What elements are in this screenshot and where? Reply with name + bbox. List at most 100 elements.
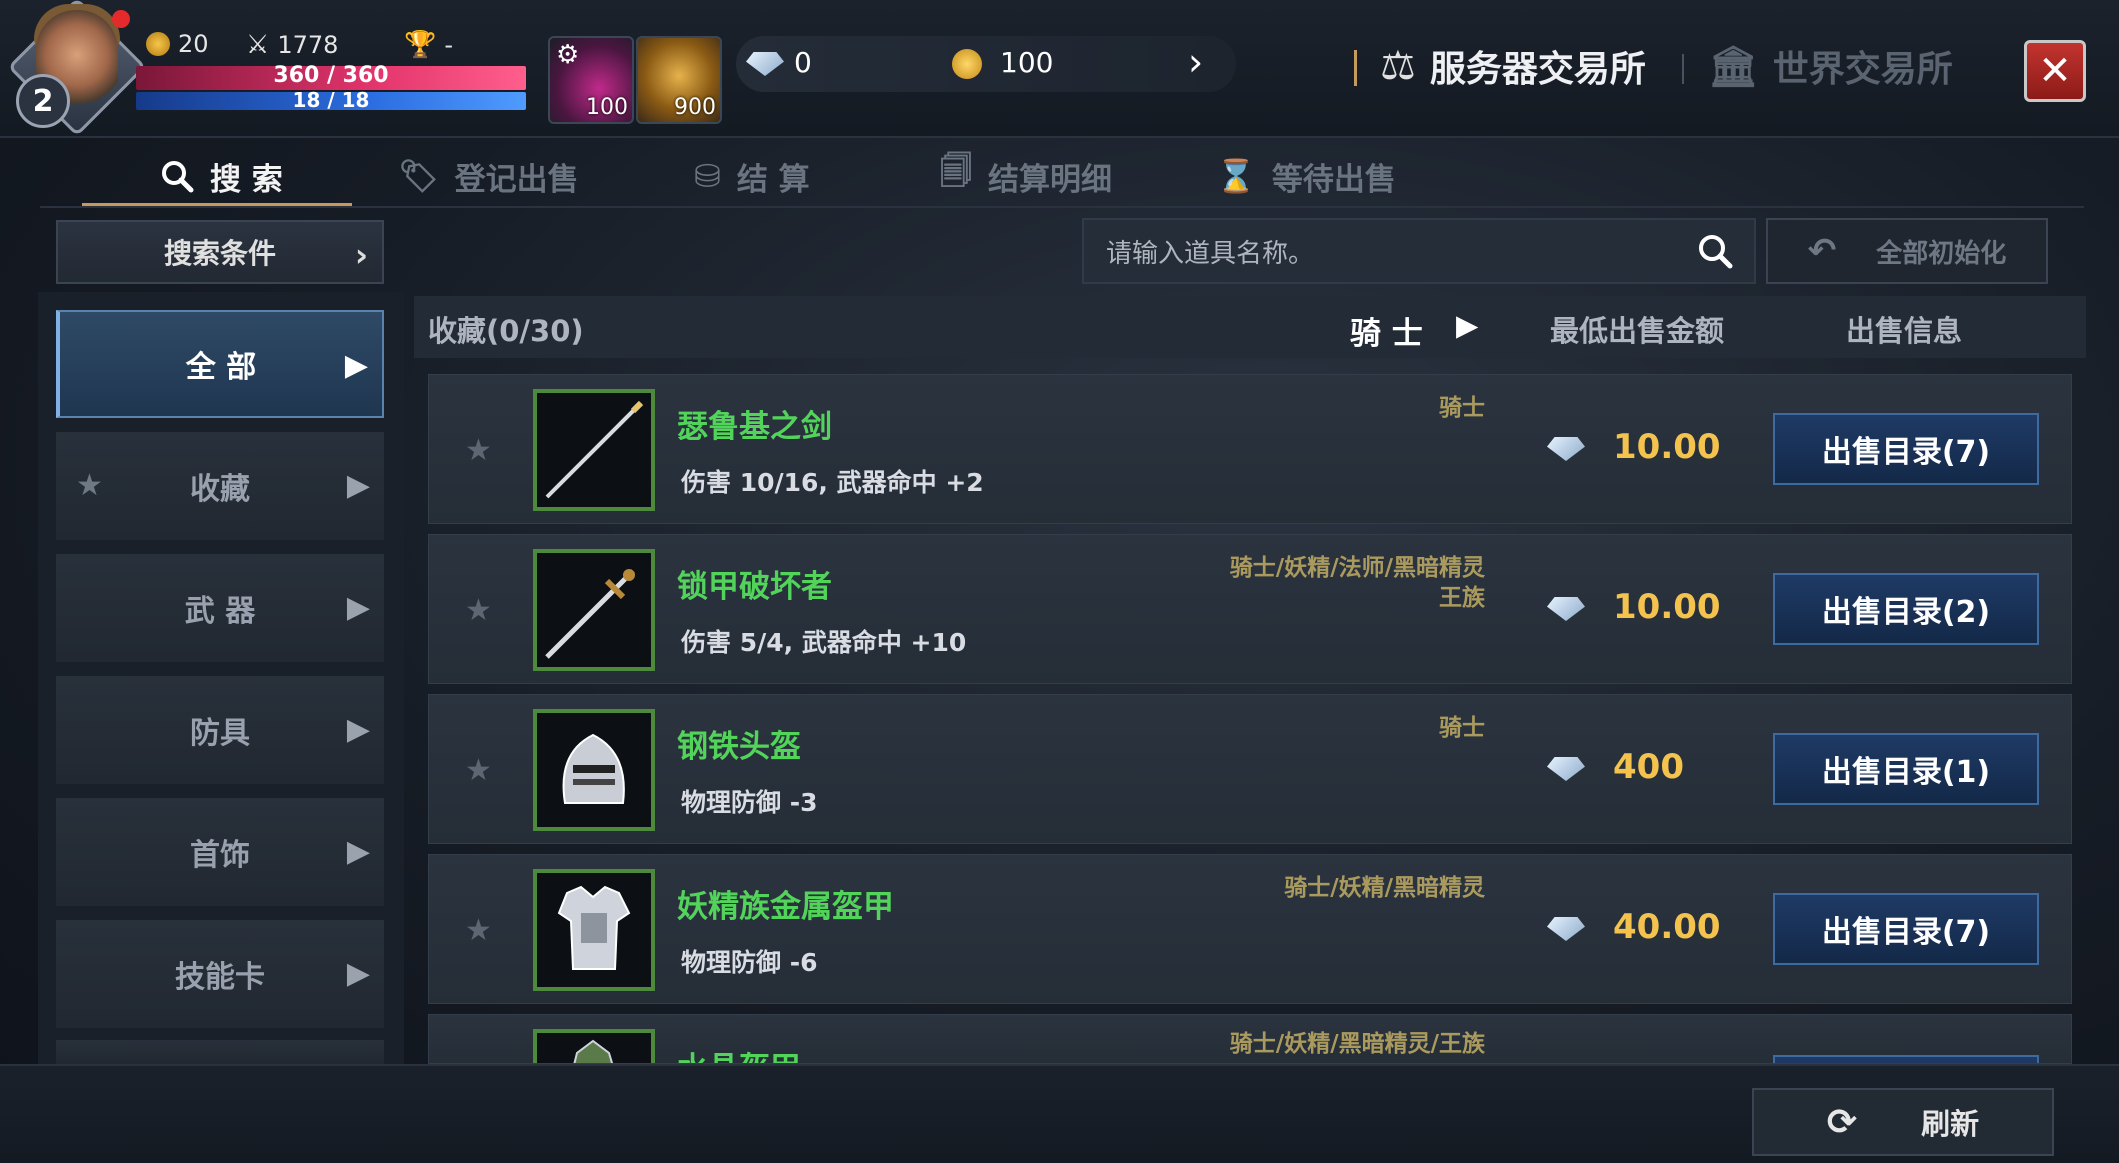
quick-slot-potion[interactable]: ⚙ 100	[548, 36, 634, 124]
search-conditions-button[interactable]: 搜索条件 ›	[56, 220, 384, 284]
item-classes: 骑士/妖精/黑暗精灵/王族	[1230, 1029, 1485, 1059]
notification-dot	[112, 10, 130, 28]
column-sale-info: 出售信息	[1846, 314, 1963, 348]
tab-server-exchange[interactable]: ⚖ 服务器交易所	[1380, 40, 1646, 92]
tab-search-label: 搜 索	[210, 161, 283, 198]
sidebar-item-label: 全 部	[185, 350, 257, 385]
undo-icon: ↶	[1807, 231, 1837, 271]
item-class-line: 王族	[1439, 585, 1485, 611]
rank-value: -	[444, 31, 454, 59]
active-tab-indicator	[82, 203, 352, 206]
reset-all-button[interactable]: ↶ 全部初始化	[1766, 218, 2048, 284]
star-icon[interactable]: ★	[465, 753, 492, 788]
list-header: 收藏(0/30) 骑 士 ▶ 最低出售金额 出售信息	[414, 296, 2086, 358]
receipt-icon: 🗐	[940, 152, 972, 190]
item-price: 400	[1613, 747, 1684, 787]
sidebar-item-favorites[interactable]: ★ 收藏 ▶	[56, 432, 384, 540]
sale-list-button[interactable]: 出售目录(2)	[1773, 573, 2039, 645]
item-icon-frame	[533, 1029, 655, 1063]
item-class-line: 骑士	[1439, 395, 1485, 421]
play-arrow-icon: ▶	[346, 468, 370, 503]
search-placeholder: 请输入道具名称。	[1106, 238, 1315, 269]
chevron-right-icon[interactable]: ›	[1188, 40, 1203, 84]
item-description: 伤害 10/16, 武器命中 +2	[681, 468, 984, 497]
item-class-line: 骑士	[1439, 715, 1485, 741]
play-arrow-icon: ▶	[346, 956, 370, 991]
search-icon[interactable]	[1696, 232, 1734, 270]
item-icon-frame	[533, 389, 655, 511]
star-icon: ★	[76, 468, 103, 503]
play-arrow-icon: ▶	[344, 348, 368, 383]
mp-text: 18 / 18	[292, 88, 370, 112]
sidebar-item-skill-cards[interactable]: 技能卡 ▶	[56, 920, 384, 1028]
play-arrow-icon: ▶	[346, 590, 370, 625]
diamond-icon	[1547, 917, 1585, 941]
list-item[interactable]: ★ 瑟鲁基之剑 伤害 10/16, 武器命中 +2 骑士 10.00 出售目录(…	[428, 374, 2072, 524]
rapier-icon	[545, 569, 635, 659]
sale-list-button[interactable]: 出售目录(7)	[1773, 893, 2039, 965]
star-icon[interactable]: ★	[465, 593, 492, 628]
item-classes: 骑士	[1439, 713, 1485, 743]
sale-list-button[interactable]: 出售目录(1)	[1773, 733, 2039, 805]
favorites-count: 收藏(0/30)	[428, 314, 584, 348]
list-item[interactable]: ★ 锁甲破坏者 伤害 5/4, 武器命中 +10 骑士/妖精/法师/黑暗精灵 王…	[428, 534, 2072, 684]
item-name: 钢铁头盔	[677, 729, 801, 765]
item-description: 物理防御 -3	[681, 788, 818, 817]
search-conditions-label: 搜索条件	[163, 237, 276, 270]
tab-separator	[40, 206, 2084, 208]
item-class-line: 骑士/妖精/黑暗精灵/王族	[1229, 1031, 1485, 1057]
bank-icon: 🏛	[1708, 43, 1759, 90]
crossed-swords-icon: ⚔	[246, 30, 270, 60]
close-button[interactable]: ✕	[2024, 40, 2086, 102]
list-item[interactable]: ★ 妖精族金属盔甲 物理防御 -6 骑士/妖精/黑暗精灵 40.00 出售目录(…	[428, 854, 2072, 1004]
item-description: 物理防御 -6	[681, 948, 818, 977]
item-classes: 骑士/妖精/法师/黑暗精灵 王族	[1230, 553, 1485, 613]
tab-register-sale[interactable]: 🏷 登记出售	[398, 146, 579, 206]
list-item[interactable]: ★ 钢铁头盔 物理防御 -3 骑士 400 出售目录(1)	[428, 694, 2072, 844]
play-arrow-icon: ▶	[346, 834, 370, 869]
diamond-icon	[1547, 757, 1585, 781]
item-icon-frame	[533, 549, 655, 671]
reset-all-label: 全部初始化	[1876, 238, 2007, 269]
sale-list-button[interactable]	[1773, 1055, 2039, 1063]
sidebar-item-label: 技能卡	[175, 960, 265, 995]
item-description: 伤害 5/4, 武器命中 +10	[681, 628, 967, 657]
quick-slot-feather[interactable]: 900	[636, 36, 722, 124]
play-arrow-icon[interactable]: ▶	[1456, 308, 1478, 342]
item-price: 40.00	[1613, 907, 1721, 947]
star-icon[interactable]: ★	[465, 433, 492, 468]
sidebar-item-label: 武 器	[184, 594, 256, 629]
stat-currency-a-value: 20	[178, 30, 209, 58]
sidebar-item-weapons[interactable]: 武 器 ▶	[56, 554, 384, 662]
tab-settlement[interactable]: ⛁ 结 算	[694, 146, 810, 206]
tab-settlement-detail[interactable]: 🗐 结算明细	[940, 146, 1112, 206]
helmet-icon	[562, 733, 625, 804]
gold-amount: 100	[1000, 46, 1054, 79]
chevron-right-icon: ›	[354, 236, 368, 274]
sidebar-item-partial[interactable]	[56, 1040, 384, 1064]
stat-rank: 🏆 -	[404, 30, 453, 60]
tab-waiting-sale[interactable]: ⌛ 等待出售	[1216, 146, 1396, 206]
item-price: 10.00	[1613, 427, 1721, 467]
item-name: 水晶盔甲	[677, 1043, 801, 1063]
tab-world-exchange[interactable]: 🏛 世界交易所	[1708, 40, 1953, 92]
sidebar-item-accessories[interactable]: 首饰 ▶	[56, 798, 384, 906]
sidebar-item-label: 首饰	[190, 838, 250, 873]
sale-list-button[interactable]: 出售目录(7)	[1773, 413, 2039, 485]
item-name: 锁甲破坏者	[677, 569, 832, 605]
stat-currency-a: 20	[146, 30, 209, 58]
tab-search[interactable]: 搜 索	[160, 146, 283, 206]
star-icon[interactable]: ★	[465, 913, 492, 948]
sidebar-item-all[interactable]: 全 部 ▶	[56, 310, 384, 418]
item-name: 瑟鲁基之剑	[677, 409, 832, 445]
search-input[interactable]: 请输入道具名称。	[1082, 218, 1756, 284]
item-class-line: 骑士/妖精/法师/黑暗精灵	[1229, 555, 1485, 581]
currency-bar: 0 100 ›	[736, 36, 1236, 92]
tab-divider	[1354, 50, 1357, 86]
class-filter-label[interactable]: 骑 士	[1350, 308, 1423, 353]
refresh-button[interactable]: ⟳ 刷新	[1752, 1088, 2054, 1156]
crystal-armor-icon	[573, 1039, 614, 1063]
tab-waiting-sale-label: 等待出售	[1271, 161, 1396, 198]
sidebar-item-armor[interactable]: 防具 ▶	[56, 676, 384, 784]
list-item[interactable]: 水晶盔甲 骑士/妖精/黑暗精灵/王族	[428, 1014, 2072, 1064]
